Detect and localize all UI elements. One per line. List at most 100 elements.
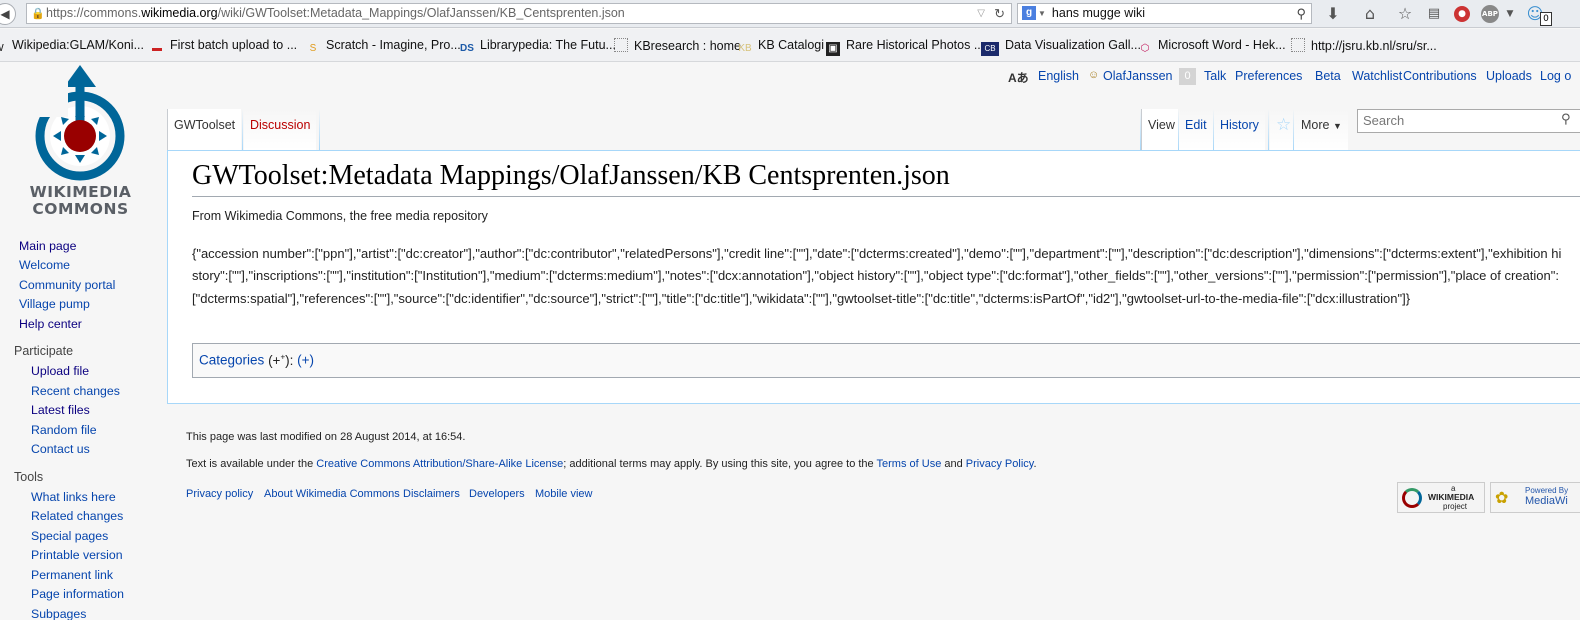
- commons-logo-icon: [35, 65, 125, 181]
- sidebar-item-related-changes[interactable]: Related changes: [31, 509, 123, 523]
- sidebar-item-community-portal[interactable]: Community portal: [19, 278, 115, 292]
- page-content: GWToolset:Metadata Mappings/OlafJanssen/…: [167, 150, 1580, 404]
- add-category-button[interactable]: (+): [297, 353, 314, 368]
- tab-history[interactable]: History: [1214, 109, 1265, 150]
- wikimedia-project-badge[interactable]: a WIKIMEDIA project: [1397, 482, 1485, 513]
- browser-search-field[interactable]: g ▼ hans mugge wiki ⚲: [1017, 3, 1312, 24]
- license-link[interactable]: Creative Commons Attribution/Share-Alike…: [316, 458, 563, 470]
- sidebar-heading-participate: Participate: [14, 344, 74, 358]
- bookmark-item[interactable]: WWikipedia:GLAM/Koni...: [0, 38, 144, 56]
- wikimedia-commons-logo[interactable]: WIKIMEDIA COMMONS: [18, 65, 143, 220]
- url-path: /wiki/GWToolset:Metadata_Mappings/OlafJa…: [217, 6, 625, 20]
- search-icon[interactable]: ⚲: [1296, 4, 1306, 23]
- tab-discussion[interactable]: Discussion: [244, 109, 317, 150]
- sidebar-item-recent-changes[interactable]: Recent changes: [31, 384, 120, 398]
- footer-places: Privacy policy About Wikimedia Commons D…: [186, 488, 786, 504]
- footer-developers-link[interactable]: Developers: [469, 488, 525, 500]
- search-icon[interactable]: ⚲: [1561, 112, 1571, 127]
- watchlist-link[interactable]: Watchlist: [1352, 69, 1402, 83]
- language-link[interactable]: English: [1038, 69, 1079, 83]
- blank-page-icon: [614, 38, 628, 52]
- more-menu[interactable]: More ▼: [1295, 109, 1348, 150]
- back-arrow-icon[interactable]: ◀: [0, 3, 16, 25]
- sidebar-item-welcome[interactable]: Welcome: [19, 258, 70, 272]
- kb-icon: KB: [738, 43, 752, 54]
- sidebar-item-what-links-here[interactable]: What links here: [31, 490, 116, 504]
- logo-wordmark: WIKIMEDIA COMMONS: [29, 183, 132, 218]
- tab-divider: [1268, 109, 1269, 150]
- sidebar-item-subpages[interactable]: Subpages: [31, 607, 86, 620]
- footer-about-link[interactable]: About Wikimedia Commons: [264, 488, 400, 500]
- footer-disclaimers-link[interactable]: Disclaimers: [403, 488, 460, 500]
- beta-link[interactable]: Beta: [1315, 69, 1341, 83]
- bookmark-item[interactable]: S Scratch - Imagine, Pro...: [306, 38, 461, 56]
- categories-link[interactable]: Categories: [199, 353, 264, 368]
- adblock-icon[interactable]: ABP: [1481, 5, 1499, 23]
- sidebar-item-contact-us[interactable]: Contact us: [31, 442, 90, 456]
- sidebar-item-main-page[interactable]: Main page: [19, 239, 76, 253]
- powered-by-mediawiki-badge[interactable]: ✿ Powered By MediaWi: [1490, 482, 1580, 513]
- license-text: Text is available under the Creative Com…: [186, 458, 1037, 470]
- address-bar[interactable]: 🔒https://commons.wikimedia.org/wiki/GWTo…: [26, 3, 1012, 24]
- talk-link[interactable]: Talk: [1204, 69, 1226, 83]
- bookmark-item[interactable]: KB KB Catalogi: [738, 38, 824, 56]
- bookmark-item[interactable]: KBresearch : home: [614, 38, 741, 53]
- wikipedia-icon: W: [0, 42, 6, 56]
- reader-icon[interactable]: ▤: [1424, 4, 1444, 24]
- bookmark-item[interactable]: DS Librarypedia: The Futu...: [460, 38, 616, 56]
- uploads-link[interactable]: Uploads: [1486, 69, 1532, 83]
- bookmark-item[interactable]: CB Data Visualization Gall...: [981, 38, 1141, 56]
- tab-gwtoolset[interactable]: GWToolset: [167, 109, 242, 150]
- contributions-link[interactable]: Contributions: [1403, 69, 1477, 83]
- sidebar-item-help-center[interactable]: Help center: [19, 317, 82, 331]
- bookmark-star-icon[interactable]: ☆: [1395, 4, 1415, 24]
- download-icon[interactable]: ⬇: [1323, 4, 1343, 24]
- ghostery-count-badge: 0: [1540, 12, 1552, 26]
- terms-of-use-link[interactable]: Terms of Use: [877, 458, 942, 470]
- google-icon[interactable]: g: [1022, 6, 1036, 20]
- sidebar-item-page-information[interactable]: Page information: [31, 587, 124, 601]
- home-icon[interactable]: ⌂: [1360, 4, 1380, 24]
- browser-search-value: hans mugge wiki: [1051, 6, 1146, 20]
- tab-edit[interactable]: Edit: [1179, 109, 1213, 150]
- bookmark-item[interactable]: http://jsru.kb.nl/sru/sr...: [1291, 38, 1437, 53]
- bookmark-item[interactable]: ⬡ Microsoft Word - Hek...: [1138, 38, 1286, 56]
- language-icon[interactable]: Aあ: [1008, 69, 1029, 86]
- photo-icon: ▣: [826, 42, 840, 56]
- engine-dropdown-icon[interactable]: ▼: [1038, 9, 1046, 18]
- last-modified-text: This page was last modified on 28 August…: [186, 431, 466, 443]
- sidebar-item-printable-version[interactable]: Printable version: [31, 548, 123, 562]
- chevron-down-icon: ▼: [1332, 121, 1342, 131]
- cb-icon: CB: [981, 42, 999, 56]
- wiki-search-input[interactable]: Search: [1357, 109, 1580, 133]
- json-mapping-text: {"accession number":["ppn"],"artist":["d…: [192, 246, 1562, 306]
- addon-dropdown-icon[interactable]: ▼: [1500, 4, 1520, 24]
- footer-mobile-view-link[interactable]: Mobile view: [535, 488, 592, 500]
- logout-link[interactable]: Log o: [1540, 69, 1571, 83]
- title-divider: [192, 196, 1580, 197]
- footer-privacy-policy-link[interactable]: Privacy policy: [186, 488, 253, 500]
- sidebar-item-permanent-link[interactable]: Permanent link: [31, 568, 113, 582]
- tab-view[interactable]: View: [1141, 109, 1181, 150]
- tab-divider: [319, 109, 320, 150]
- hotcat-label: (++):: [268, 352, 294, 368]
- sidebar-item-latest-files[interactable]: Latest files: [31, 403, 90, 417]
- privacy-policy-inline-link[interactable]: Privacy Policy: [966, 458, 1034, 470]
- notifications-badge[interactable]: 0: [1179, 68, 1196, 85]
- bookmark-item[interactable]: ▬ First batch upload to ...: [150, 38, 297, 56]
- addon-icon[interactable]: ●: [1454, 6, 1470, 22]
- bookmark-item[interactable]: ▣ Rare Historical Photos ...: [826, 38, 984, 56]
- librarypedia-icon: DS: [460, 43, 474, 54]
- sidebar-item-special-pages[interactable]: Special pages: [31, 529, 108, 543]
- reload-icon[interactable]: ↻: [994, 4, 1005, 23]
- sidebar-item-upload-file[interactable]: Upload file: [31, 364, 89, 378]
- wiki-page: WIKIMEDIA COMMONS Aあ English ☺ OlafJansse…: [0, 62, 1580, 620]
- preferences-link[interactable]: Preferences: [1235, 69, 1302, 83]
- mediawiki-icon: ✿: [1495, 490, 1509, 507]
- history-dropdown-icon[interactable]: ▽: [977, 4, 985, 23]
- blank-page-icon: [1291, 38, 1305, 52]
- sidebar-item-village-pump[interactable]: Village pump: [19, 297, 90, 311]
- sidebar-item-random-file[interactable]: Random file: [31, 423, 97, 437]
- username-link[interactable]: OlafJanssen: [1103, 69, 1172, 83]
- browser-toolbar: ◀ 🔒https://commons.wikimedia.org/wiki/GW…: [0, 0, 1580, 28]
